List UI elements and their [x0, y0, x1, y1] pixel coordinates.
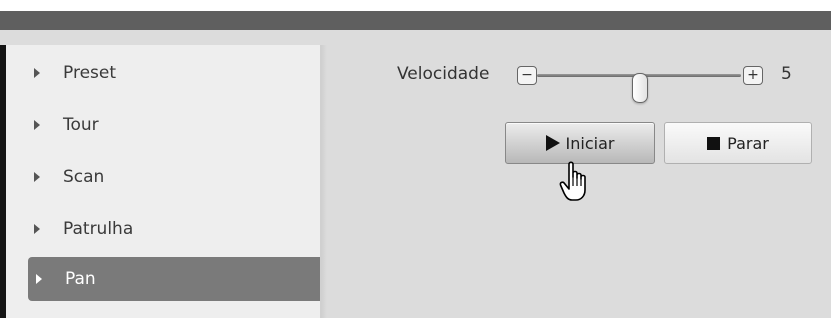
sidebar-item-patrulha[interactable]: Patrulha	[6, 207, 320, 251]
sidebar-item-scan[interactable]: Scan	[6, 155, 320, 199]
caret-right-icon	[34, 224, 40, 234]
stop-button[interactable]: Parar	[664, 122, 812, 164]
play-icon	[545, 135, 560, 151]
caret-right-icon	[36, 274, 42, 284]
speed-decrease-button[interactable]: −	[517, 66, 537, 85]
sidebar-item-label: Tour	[63, 115, 99, 135]
hand-pointer-icon	[559, 161, 586, 201]
start-button-label: Iniciar	[565, 133, 615, 153]
sidebar-item-label: Scan	[63, 167, 105, 187]
ptz-function-list: Preset Tour Scan Patrulha Pan	[6, 45, 327, 318]
sidebar-item-label: Patrulha	[63, 219, 134, 239]
speed-slider[interactable]	[537, 73, 741, 103]
caret-right-icon	[34, 68, 40, 78]
start-button[interactable]: Iniciar	[505, 122, 655, 164]
header-bar	[0, 11, 831, 30]
sidebar-item-tour[interactable]: Tour	[6, 103, 320, 147]
stop-icon	[707, 136, 721, 150]
top-strip	[0, 0, 831, 11]
sidebar-item-preset[interactable]: Preset	[6, 51, 320, 95]
stop-button-label: Parar	[727, 133, 769, 153]
speed-value: 5	[781, 64, 792, 84]
speed-slider-thumb[interactable]	[632, 73, 648, 103]
sidebar-item-label: Pan	[65, 269, 96, 289]
speed-increase-button[interactable]: +	[743, 66, 763, 85]
caret-right-icon	[34, 172, 40, 182]
caret-right-icon	[34, 120, 40, 130]
sidebar-item-label: Preset	[63, 63, 117, 83]
speed-label: Velocidade	[397, 64, 490, 84]
sidebar-item-pan[interactable]: Pan	[28, 257, 320, 301]
